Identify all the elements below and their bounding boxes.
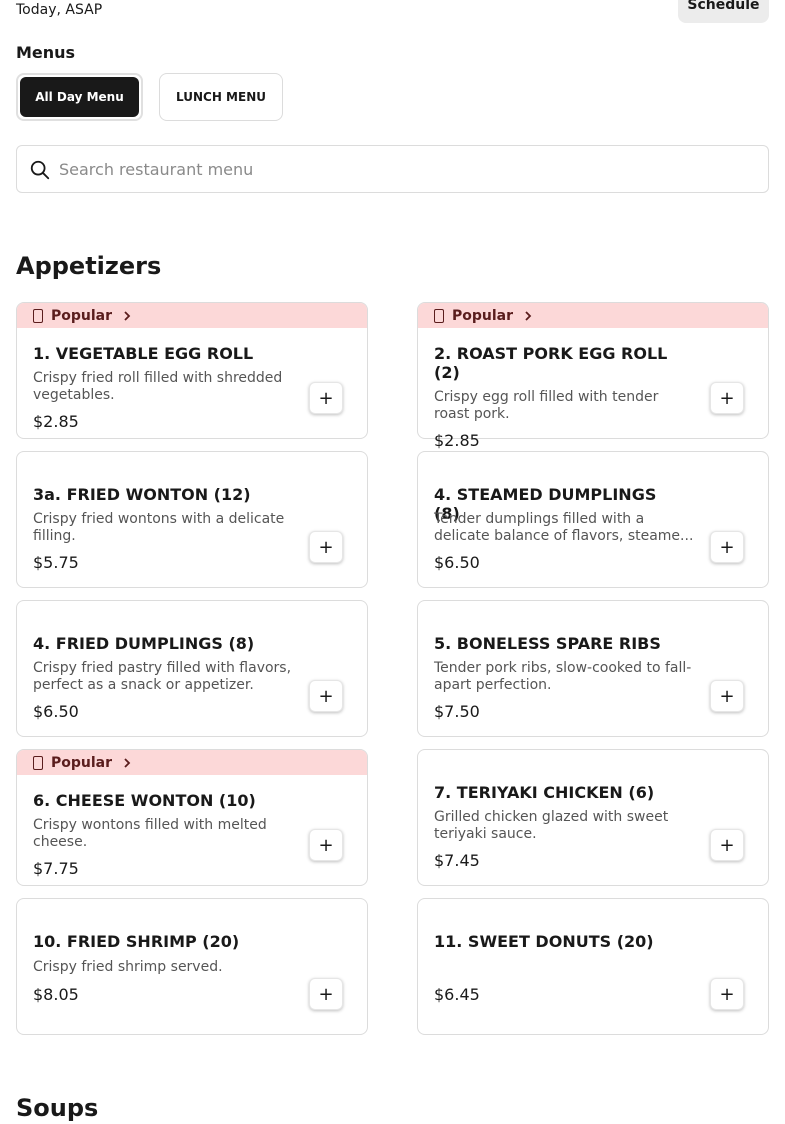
item-name: 2. ROAST PORK EGG ROLL (2) bbox=[434, 344, 668, 382]
popular-banner[interactable]: Popular bbox=[17, 750, 367, 775]
item-price: $7.45 bbox=[434, 851, 480, 870]
tab-lunch-menu[interactable]: LUNCH MENU bbox=[159, 73, 283, 121]
popular-icon bbox=[33, 755, 43, 770]
item-price: $6.50 bbox=[33, 702, 79, 721]
item-price: $7.50 bbox=[434, 702, 480, 721]
add-item-button[interactable]: + bbox=[710, 680, 744, 712]
item-description: Crispy fried wontons with a delicate fil… bbox=[33, 511, 285, 544]
item-description: Crispy fried pastry filled with flavors,… bbox=[33, 660, 292, 693]
popular-label: Popular bbox=[51, 754, 113, 771]
chevron-right-icon bbox=[124, 310, 131, 321]
menu-item-card[interactable]: 4. FRIED DUMPLINGS (8) Crispy fried past… bbox=[16, 600, 368, 737]
schedule-button[interactable]: Schedule bbox=[678, 0, 769, 23]
item-price: $2.85 bbox=[434, 431, 480, 450]
menus-heading: Menus bbox=[16, 43, 76, 62]
menu-item-card[interactable]: 11. SWEET DONUTS (20) $6.45 + bbox=[417, 898, 769, 1035]
item-description: Tender pork ribs, slow-cooked to fall-ap… bbox=[434, 660, 692, 693]
item-name: 6. CHEESE WONTON (10) bbox=[33, 791, 256, 810]
chevron-right-icon bbox=[124, 757, 131, 768]
menu-item-card[interactable]: 7. TERIYAKI CHICKEN (6) Grilled chicken … bbox=[417, 749, 769, 886]
section-title-appetizers: Appetizers bbox=[16, 252, 162, 280]
item-description: Crispy fried shrimp served. bbox=[33, 959, 223, 975]
item-description: Crispy fried roll filled with shredded v… bbox=[33, 370, 283, 403]
item-description: Tender dumplings filled with a delicate … bbox=[434, 511, 694, 544]
menu-item-card[interactable]: Popular 1. VEGETABLE EGG ROLL Crispy fri… bbox=[16, 302, 368, 439]
item-name: 4. FRIED DUMPLINGS (8) bbox=[33, 634, 255, 653]
menu-item-card[interactable]: 3a. FRIED WONTON (12) Crispy fried wonto… bbox=[16, 451, 368, 588]
item-name: 1. VEGETABLE EGG ROLL bbox=[33, 344, 254, 363]
tab-all-day-menu[interactable]: All Day Menu bbox=[16, 73, 143, 121]
item-description: Crispy egg roll filled with tender roast… bbox=[434, 389, 659, 422]
item-name: 3a. FRIED WONTON (12) bbox=[33, 485, 251, 504]
item-price: $6.50 bbox=[434, 553, 480, 572]
add-item-button[interactable]: + bbox=[710, 829, 744, 861]
item-price: $6.45 bbox=[434, 985, 480, 1004]
popular-label: Popular bbox=[51, 307, 113, 324]
item-price: $8.05 bbox=[33, 985, 79, 1004]
popular-label: Popular bbox=[452, 307, 514, 324]
menu-item-card[interactable]: Popular 6. CHEESE WONTON (10) Crispy won… bbox=[16, 749, 368, 886]
menu-item-card[interactable]: Popular 2. ROAST PORK EGG ROLL (2) Crisp… bbox=[417, 302, 769, 450]
item-name: 10. FRIED SHRIMP (20) bbox=[33, 932, 240, 951]
tab-all-day-menu-label: All Day Menu bbox=[20, 77, 139, 117]
item-price: $5.75 bbox=[33, 553, 79, 572]
item-description: Grilled chicken glazed with sweet teriya… bbox=[434, 809, 669, 842]
search-bar[interactable] bbox=[16, 145, 769, 193]
item-price: $7.75 bbox=[33, 859, 79, 878]
menu-item-card[interactable]: 10. FRIED SHRIMP (20) Crispy fried shrim… bbox=[16, 898, 368, 1035]
popular-banner[interactable]: Popular bbox=[17, 303, 367, 328]
add-item-button[interactable]: + bbox=[309, 680, 343, 712]
add-item-button[interactable]: + bbox=[309, 978, 343, 1010]
add-item-button[interactable]: + bbox=[710, 531, 744, 563]
popular-banner[interactable]: Popular bbox=[418, 303, 768, 328]
popular-icon bbox=[33, 308, 43, 323]
add-item-button[interactable]: + bbox=[309, 829, 343, 861]
item-name: 11. SWEET DONUTS (20) bbox=[434, 932, 654, 951]
add-item-button[interactable]: + bbox=[309, 531, 343, 563]
item-description: Crispy wontons filled with melted cheese… bbox=[33, 817, 267, 850]
header-row: Today, ASAP Schedule bbox=[16, 0, 769, 24]
item-name: 7. TERIYAKI CHICKEN (6) bbox=[434, 783, 655, 802]
restaurant-menu-page: Today, ASAP Schedule Menus All Day Menu … bbox=[0, 0, 785, 1124]
add-item-button[interactable]: + bbox=[710, 978, 744, 1010]
item-name: 5. BONELESS SPARE RIBS bbox=[434, 634, 661, 653]
search-input[interactable] bbox=[59, 146, 739, 192]
add-item-button[interactable]: + bbox=[309, 382, 343, 414]
add-item-button[interactable]: + bbox=[710, 382, 744, 414]
delivery-time[interactable]: Today, ASAP bbox=[16, 2, 102, 18]
popular-icon bbox=[434, 308, 444, 323]
search-icon bbox=[30, 160, 50, 180]
menu-item-card[interactable]: 4. STEAMED DUMPLINGS (8) Tender dumpling… bbox=[417, 451, 769, 588]
item-price: $2.85 bbox=[33, 412, 79, 431]
section-title-soups: Soups bbox=[16, 1094, 99, 1122]
menu-item-card[interactable]: 5. BONELESS SPARE RIBS Tender pork ribs,… bbox=[417, 600, 769, 737]
chevron-right-icon bbox=[525, 310, 532, 321]
